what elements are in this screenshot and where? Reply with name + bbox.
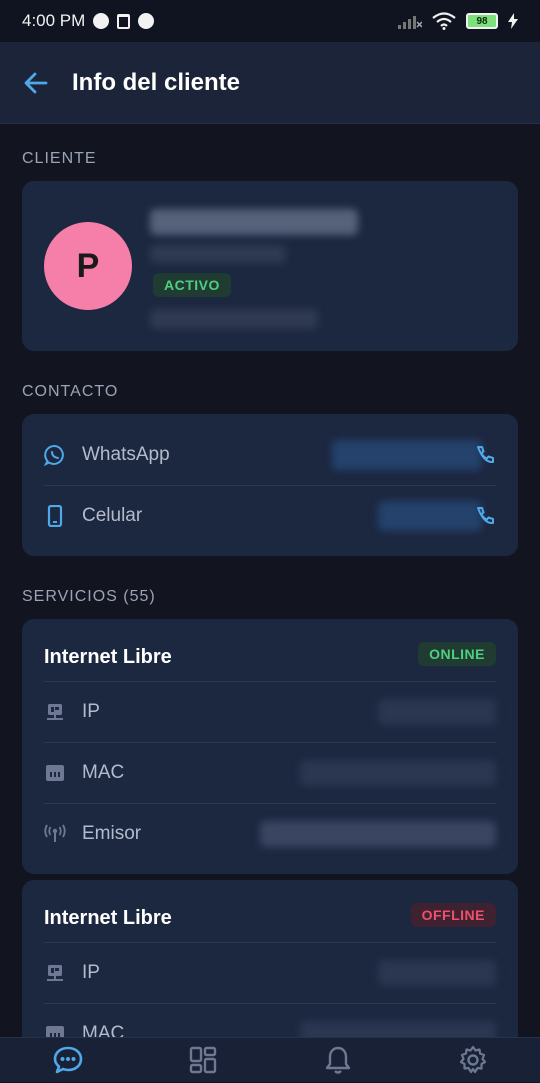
mac-value-redacted	[300, 760, 496, 786]
nav-dashboard[interactable]	[173, 1038, 233, 1083]
ip-icon	[44, 701, 66, 723]
notification-icon	[93, 13, 110, 29]
avatar: P	[44, 222, 132, 310]
service-card[interactable]: Internet Libre ONLINE IP MAC Emisor	[22, 619, 518, 874]
celular-number-redacted	[378, 501, 482, 531]
back-arrow-icon[interactable]	[22, 69, 50, 97]
page-title: Info del cliente	[72, 68, 241, 96]
section-label-contacto: CONTACTO	[22, 383, 119, 400]
contact-card: WhatsApp Celular	[22, 414, 518, 556]
service-row-ip: IP	[44, 682, 496, 742]
client-subtitle-redacted	[150, 245, 286, 263]
chat-icon	[53, 1046, 82, 1074]
battery-indicator: 98	[466, 13, 498, 29]
network-card-icon	[44, 762, 66, 784]
status-time: 4:00 PM	[22, 11, 86, 30]
nav-chat[interactable]	[38, 1038, 98, 1083]
ip-value-redacted	[378, 960, 496, 986]
bottom-navigation	[0, 1037, 540, 1082]
phone-call-icon[interactable]	[474, 444, 496, 466]
contact-label: Celular	[82, 505, 143, 526]
service-field-label: MAC	[82, 762, 125, 783]
service-row-emisor: Emisor	[44, 804, 496, 864]
bell-icon	[325, 1046, 350, 1074]
antenna-icon	[44, 823, 66, 845]
status-bar: 4:00 PM 98	[0, 0, 540, 42]
section-label-cliente: CLIENTE	[22, 150, 97, 167]
service-field-label: Emisor	[82, 823, 142, 844]
client-card: P ACTIVO	[22, 181, 518, 351]
notification-icon	[138, 13, 155, 29]
whatsapp-icon	[44, 444, 66, 466]
mobile-phone-icon	[44, 505, 66, 527]
trash-icon	[117, 13, 131, 29]
wifi-icon	[432, 12, 456, 30]
service-row-ip: IP	[44, 943, 496, 1003]
service-field-label: IP	[82, 701, 100, 722]
emisor-value-redacted	[260, 821, 496, 847]
status-badge: ACTIVO	[153, 273, 231, 297]
charging-icon	[508, 13, 518, 29]
service-row-mac: MAC	[44, 743, 496, 803]
service-status-badge: OFFLINE	[410, 903, 496, 927]
whatsapp-number-redacted	[332, 440, 482, 470]
ip-value-redacted	[378, 699, 496, 725]
service-title: Internet Libre	[44, 907, 172, 929]
service-status-badge: ONLINE	[418, 642, 496, 666]
app-bar: Info del cliente	[0, 42, 540, 124]
client-detail-redacted	[150, 309, 318, 329]
service-title: Internet Libre	[44, 646, 172, 668]
gear-icon	[459, 1045, 486, 1074]
nav-settings[interactable]	[443, 1038, 503, 1083]
service-field-label: IP	[82, 962, 100, 983]
service-card[interactable]: Internet Libre OFFLINE IP MAC	[22, 880, 518, 1060]
phone-call-icon[interactable]	[474, 505, 496, 527]
ip-icon	[44, 962, 66, 984]
signal-icon	[398, 16, 422, 29]
contact-row-whatsapp[interactable]: WhatsApp	[44, 425, 496, 485]
contact-label: WhatsApp	[82, 444, 170, 465]
section-label-servicios: SERVICIOS (55)	[22, 588, 156, 605]
dashboard-icon	[189, 1046, 216, 1074]
client-name-redacted	[150, 209, 358, 235]
contact-row-celular[interactable]: Celular	[44, 486, 496, 546]
nav-notifications[interactable]	[308, 1038, 368, 1083]
